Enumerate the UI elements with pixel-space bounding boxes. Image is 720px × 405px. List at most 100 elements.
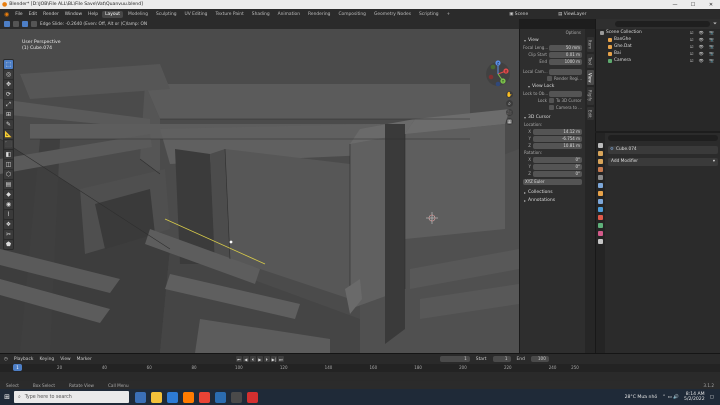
transform-tool-icon[interactable]: ⊞ xyxy=(4,110,13,119)
pan-view-icon[interactable]: ✋ xyxy=(506,91,513,98)
close-button[interactable]: ✕ xyxy=(702,2,720,8)
add-workspace-button[interactable]: + xyxy=(444,11,454,18)
rotation-mode-select[interactable]: XYZ Euler xyxy=(523,178,582,185)
visibility-toggles[interactable]: ☑ 👁 📷 xyxy=(690,51,720,56)
menu-file[interactable]: File xyxy=(13,12,24,17)
properties-tab-icon[interactable] xyxy=(598,207,603,212)
taskbar-search[interactable]: ⌕ Type here to search xyxy=(14,391,129,403)
active-object-field[interactable]: ⚙ Cube.074 xyxy=(608,146,718,154)
navigation-gizmo[interactable]: X Z Y xyxy=(484,59,512,89)
cursor-location-y-field[interactable]: -6.754 m xyxy=(533,135,582,142)
playback-menu[interactable]: Playback xyxy=(14,357,34,362)
cursor-rotation-z-field[interactable]: 0° xyxy=(533,170,582,177)
view-section-header[interactable]: View xyxy=(520,36,585,44)
jump-end-icon[interactable]: ⏭ xyxy=(277,356,284,362)
visibility-toggles[interactable]: ☑ 👁 📷 xyxy=(690,37,720,42)
select-box-tool-icon[interactable]: ⬚ xyxy=(4,60,13,69)
options-dropdown[interactable]: Options xyxy=(520,29,585,36)
select-mode-edge-icon[interactable] xyxy=(22,21,28,27)
tray-icons[interactable]: ⌃ ▭ 🔊 xyxy=(662,395,679,400)
annotate-tool-icon[interactable]: ✎ xyxy=(4,120,13,129)
outliner-row[interactable]: Bai ☑ 👁 📷 xyxy=(596,50,720,57)
menu-edit[interactable]: Edit xyxy=(27,12,40,17)
spin-tool-icon[interactable]: ⌇ xyxy=(4,210,13,219)
tab-shading[interactable]: Shading xyxy=(249,11,273,18)
notifications-icon[interactable]: ▢ xyxy=(710,395,714,400)
taskbar-app-icon[interactable] xyxy=(167,391,178,403)
minimize-button[interactable]: — xyxy=(666,2,684,8)
taskbar-app-icon[interactable] xyxy=(247,391,258,403)
render-region-checkbox[interactable] xyxy=(547,76,552,81)
scene-selector[interactable]: ▣ Scene xyxy=(507,12,530,17)
extrude-tool-icon[interactable]: ◧ xyxy=(4,150,13,159)
end-frame-field[interactable]: 100 xyxy=(530,356,549,362)
add-cube-tool-icon[interactable]: ⬛ xyxy=(4,140,13,149)
properties-tab-icon[interactable] xyxy=(598,143,603,148)
lock-to-object-field[interactable] xyxy=(549,90,582,97)
outliner-search-input[interactable] xyxy=(615,21,710,27)
cursor-rotation-y-field[interactable]: 0° xyxy=(533,163,582,170)
select-mode-vertex-icon[interactable] xyxy=(13,21,19,27)
scale-tool-icon[interactable]: ⤢ xyxy=(4,100,13,109)
properties-tab-icon[interactable] xyxy=(598,183,603,188)
visibility-toggles[interactable]: ☑ 👁 📷 xyxy=(690,44,720,49)
add-modifier-button[interactable]: Add Modifier ▾ xyxy=(608,158,718,166)
clock[interactable]: 8:14 AM 5/2/2022 xyxy=(684,392,705,402)
inset-tool-icon[interactable]: ◫ xyxy=(4,160,13,169)
clock-icon[interactable]: ◷ xyxy=(4,357,8,362)
ortho-toggle-icon[interactable]: ▦ xyxy=(506,118,513,125)
cursor-location-z-field[interactable]: 10.81 m xyxy=(533,142,582,149)
properties-tab-icon[interactable] xyxy=(598,199,603,204)
current-frame-field[interactable]: 1 xyxy=(439,356,470,362)
clip-end-field[interactable]: 1000 m xyxy=(549,58,582,65)
play-reverse-icon[interactable]: ⏴ xyxy=(249,356,256,362)
tab-modeling[interactable]: Modeling xyxy=(125,11,151,18)
jump-start-icon[interactable]: ⏮ xyxy=(235,356,242,362)
taskbar-app-icon[interactable] xyxy=(151,391,162,403)
tab-texture-paint[interactable]: Texture Paint xyxy=(212,11,246,18)
camera-view-icon[interactable]: 🎥 xyxy=(506,109,513,116)
menu-help[interactable]: Help xyxy=(86,12,100,17)
properties-tab-icon[interactable] xyxy=(598,215,603,220)
properties-tab-icon[interactable] xyxy=(598,231,603,236)
properties-tab-icon[interactable] xyxy=(598,223,603,228)
properties-tab-icon[interactable] xyxy=(598,151,603,156)
shear-tool-icon[interactable]: ⬟ xyxy=(4,240,13,249)
tab-view[interactable]: View xyxy=(586,69,594,86)
next-frame-icon[interactable]: ⏵ xyxy=(263,356,270,362)
view-lock-header[interactable]: View Lock xyxy=(520,82,585,90)
visibility-toggles[interactable]: ☑ 👁 📷 xyxy=(690,58,720,63)
tab-animation[interactable]: Animation xyxy=(275,11,303,18)
cursor-tool-icon[interactable]: ◎ xyxy=(4,70,13,79)
keying-menu[interactable]: Keying xyxy=(39,357,54,362)
taskbar-app-icon[interactable] xyxy=(183,391,194,403)
local-camera-field[interactable] xyxy=(549,68,582,75)
tab-rendering[interactable]: Rendering xyxy=(305,11,333,18)
taskbar-app-icon[interactable] xyxy=(135,391,146,403)
taskbar-app-icon[interactable] xyxy=(215,391,226,403)
maximize-button[interactable]: ☐ xyxy=(684,2,702,8)
3d-cursor-section-header[interactable]: 3D Cursor xyxy=(520,113,585,121)
loop-cut-tool-icon[interactable]: ▤ xyxy=(4,180,13,189)
clip-start-field[interactable]: 0.01 m xyxy=(549,51,582,58)
tab-geometry-nodes[interactable]: Geometry Nodes xyxy=(371,11,414,18)
collections-section-header[interactable]: Collections xyxy=(520,188,585,196)
prev-key-icon[interactable]: ◀ xyxy=(242,356,249,362)
tab-uv-editing[interactable]: UV Editing xyxy=(182,11,211,18)
properties-tab-icon[interactable] xyxy=(598,159,603,164)
knife-tool-icon[interactable]: ◆ xyxy=(4,190,13,199)
move-tool-icon[interactable]: ✥ xyxy=(4,80,13,89)
tab-edit[interactable]: Edit xyxy=(586,106,594,121)
outliner-row[interactable]: BanGhe ☑ 👁 📷 xyxy=(596,36,720,43)
properties-tab-icon[interactable] xyxy=(598,175,603,180)
edge-slide-tool-icon[interactable]: ✂ xyxy=(4,230,13,239)
menu-render[interactable]: Render xyxy=(41,12,61,17)
focal-length-field[interactable]: 50 mm xyxy=(549,44,582,51)
marker-menu[interactable]: Marker xyxy=(77,357,92,362)
annotations-section-header[interactable]: Annotations xyxy=(520,196,585,204)
weather-status[interactable]: 28°C Mưa nhỏ xyxy=(625,395,658,400)
zoom-view-icon[interactable]: ⌕ xyxy=(506,100,513,107)
tab-scripting[interactable]: Scripting xyxy=(416,11,442,18)
visibility-toggles[interactable]: ☑ 👁 📷 xyxy=(690,30,720,35)
cursor-rotation-x-field[interactable]: 0° xyxy=(533,156,582,163)
